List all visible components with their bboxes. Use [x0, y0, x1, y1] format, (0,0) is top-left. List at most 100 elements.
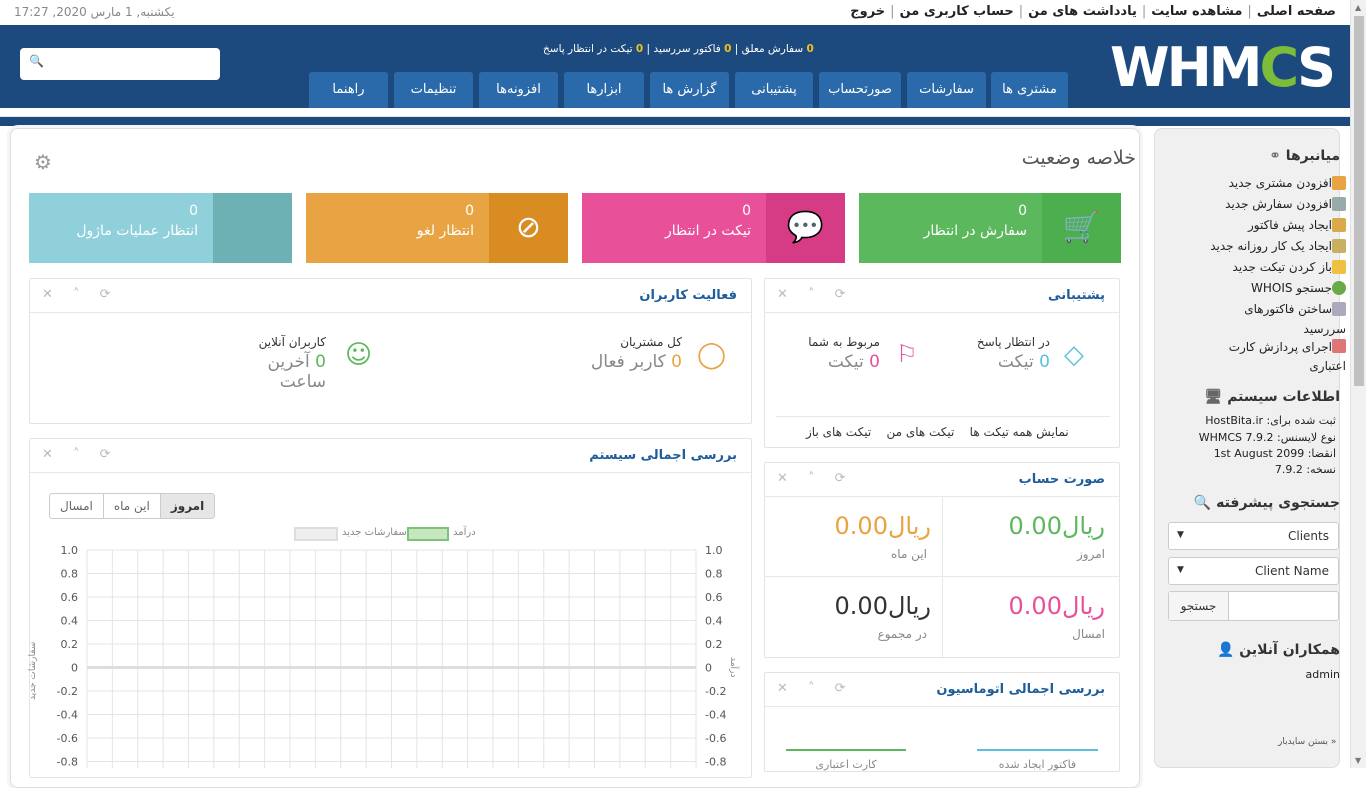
- top-links: صفحه اصلی|مشاهده سایت|یادداشت های من|حسا…: [850, 4, 1336, 19]
- nav-addons[interactable]: افزونه‌ها: [479, 72, 558, 108]
- tag-icon: ◇: [1064, 340, 1084, 370]
- shortcut-create-quote[interactable]: ایجاد پیش فاکتور: [1248, 215, 1332, 235]
- y-tick-label: 0.2: [705, 638, 723, 651]
- cart-icon: 🛒: [1042, 193, 1121, 263]
- shortcut-add-todo[interactable]: ایجاد یک کار روزانه جدید: [1210, 236, 1332, 256]
- monitor-icon: 🖥: [1204, 389, 1223, 405]
- search-type-select[interactable]: Clients ▼: [1168, 522, 1339, 550]
- adv-search-title: جستجوی پیشرفته 🔍: [1193, 495, 1340, 511]
- smile-icon: ☺: [345, 340, 373, 370]
- y-tick-label: -0.4: [57, 709, 78, 722]
- add-client-icon: [1332, 176, 1346, 190]
- scrollbar[interactable]: ▲ ▼: [1350, 0, 1366, 768]
- quote-icon: [1332, 218, 1346, 232]
- tab-today[interactable]: امروز: [160, 494, 215, 518]
- nav-reports[interactable]: گزارش ها: [650, 72, 729, 108]
- link-my-tickets[interactable]: تیکت های من: [886, 425, 954, 439]
- y-tick-label: 1.0: [61, 544, 79, 557]
- link-view-site[interactable]: مشاهده سایت: [1151, 4, 1242, 19]
- shortcut-whois[interactable]: جستجو WHOIS: [1251, 278, 1332, 298]
- panel-controls[interactable]: ✕ ˄ ⟳: [777, 681, 854, 696]
- header-stats: 0 سفارش معلق | 0 فاکتور سررسید | 0 تیکت …: [543, 43, 814, 55]
- link-my-account[interactable]: حساب کاربری من: [900, 4, 1014, 19]
- nav-support[interactable]: پشتیبانی: [735, 72, 813, 108]
- y-tick-label: -0.2: [705, 685, 726, 698]
- shortcut-generate-invoices[interactable]: ساختن فاکتورهای: [1244, 299, 1332, 319]
- legend-income-swatch: [407, 527, 449, 541]
- panel-activity: فعالیت کاربران ✕ ˄ ⟳: [29, 278, 752, 424]
- period-tabs: امسال این ماه امروز: [49, 493, 216, 519]
- panel-automation: بررسی اجمالی اتوماسیون ✕ ˄ ⟳: [764, 672, 1120, 772]
- sidebar-search-button[interactable]: جستجو: [1169, 592, 1229, 620]
- add-order-icon: [1332, 197, 1346, 211]
- y-tick-label: -0.4: [705, 709, 726, 722]
- shortcut-add-client[interactable]: افزودن مشتری جدید: [1229, 173, 1332, 193]
- box-pending-cancel[interactable]: ⊘ 0 انتظار لغو: [306, 193, 568, 263]
- gear-icon[interactable]: ⚙: [34, 150, 52, 174]
- nav-help[interactable]: راهنما: [309, 72, 388, 108]
- credit-card-icon: [1332, 339, 1346, 353]
- search-icon: 🔍: [1193, 495, 1212, 511]
- nav-billing[interactable]: صورتحساب: [819, 72, 901, 108]
- tab-this-year[interactable]: امسال: [50, 494, 104, 518]
- shortcut-open-ticket[interactable]: باز کردن تیکت جدید: [1233, 257, 1332, 277]
- globe-icon: [1332, 281, 1346, 295]
- link-icon: ⚭: [1269, 148, 1281, 164]
- y-tick-label: 0.4: [705, 615, 723, 628]
- link-logout[interactable]: خروج: [850, 4, 885, 19]
- nav-utilities[interactable]: ابزارها: [564, 72, 644, 108]
- shortcuts-title: میانبرها ⚭: [1269, 148, 1340, 164]
- overdue-invoices-link[interactable]: فاکتور سررسید: [653, 43, 720, 55]
- ticket-icon: [1332, 260, 1346, 274]
- pending-orders-link[interactable]: سفارش معلق: [742, 43, 803, 55]
- link-home[interactable]: صفحه اصلی: [1257, 4, 1336, 19]
- staff-admin[interactable]: admin: [1306, 665, 1340, 685]
- y-tick-label: -0.6: [705, 732, 726, 745]
- overview-chart: 1.0 1.0 0.8 0.8 0.6 0.6 0.4 0.4 0.2 0.2 0 0 -0.2 -0.2…: [57, 544, 726, 768]
- y-axis-left-label: سفارشات جدید: [28, 641, 38, 700]
- shortcut-cc-process[interactable]: اجرای پردازش کارت: [1229, 337, 1332, 357]
- awaiting-tickets-link[interactable]: تیکت در انتظار پاسخ: [543, 43, 633, 55]
- y-tick-label: -0.6: [57, 732, 78, 745]
- close-sidebar-link[interactable]: « بستن سایدبار: [1278, 732, 1336, 752]
- link-all-tickets[interactable]: نمایش همه تیکت ها: [970, 425, 1069, 439]
- invoice-icon: [1332, 302, 1346, 316]
- panel-controls[interactable]: ✕ ˄ ⟳: [42, 447, 119, 462]
- y-tick-label: 0.6: [705, 591, 723, 604]
- y-tick-label: 0: [705, 662, 712, 675]
- y-axis-right-label: درآمد: [728, 657, 738, 678]
- box-pending-module[interactable]: 0 انتظار عملیات ماژول: [29, 193, 292, 263]
- shortcut-add-order[interactable]: افزودن سفارش جدید: [1225, 194, 1332, 214]
- sysinfo-title: اطلاعات سیستم 🖥: [1204, 389, 1340, 405]
- box-pending-tickets[interactable]: 💬 0 تیکت در انتظار: [582, 193, 845, 263]
- nav-orders[interactable]: سفارشات: [907, 72, 986, 108]
- user-icon: 👤: [1216, 642, 1235, 658]
- nav-setup[interactable]: تنظیمات: [394, 72, 473, 108]
- search-icon: 🔍: [29, 54, 44, 68]
- tab-this-month[interactable]: این ماه: [104, 494, 161, 518]
- y-tick-label: 0.4: [61, 615, 79, 628]
- panel-controls[interactable]: ✕ ˄ ⟳: [777, 287, 854, 302]
- link-open-tickets[interactable]: تیکت های باز: [806, 425, 871, 439]
- legend-orders: سفارشات جدید: [342, 527, 407, 538]
- y-tick-label: 0.2: [61, 638, 79, 651]
- datetime: یکشنبه, 1 مارس 2020, 17:27: [14, 5, 175, 19]
- search-input[interactable]: 🔍: [20, 48, 220, 80]
- whmcs-logo[interactable]: WHMCS: [1110, 38, 1336, 98]
- panel-controls[interactable]: ✕ ˄ ⟳: [777, 471, 854, 486]
- todo-icon: [1332, 239, 1346, 253]
- y-tick-label: 0.8: [705, 568, 723, 581]
- y-tick-label: 0: [71, 662, 78, 675]
- link-my-notes[interactable]: یادداشت های من: [1028, 4, 1137, 19]
- staff-online-title: همکاران آنلاین 👤: [1216, 642, 1340, 658]
- box-pending-orders[interactable]: 🛒 0 سفارش در انتظار: [859, 193, 1121, 263]
- comment-icon: 💬: [766, 193, 845, 263]
- user-icon: ◯: [697, 340, 727, 370]
- panel-controls[interactable]: ✕ ˄ ⟳: [42, 287, 119, 302]
- flag-icon: ⚐: [896, 340, 918, 368]
- search-field-select[interactable]: Client Name ▼: [1168, 557, 1339, 585]
- y-tick-label: 1.0: [705, 544, 723, 557]
- legend-orders-swatch: [294, 527, 338, 541]
- nav-clients[interactable]: مشتری ها: [991, 72, 1068, 108]
- module-icon: [213, 193, 292, 263]
